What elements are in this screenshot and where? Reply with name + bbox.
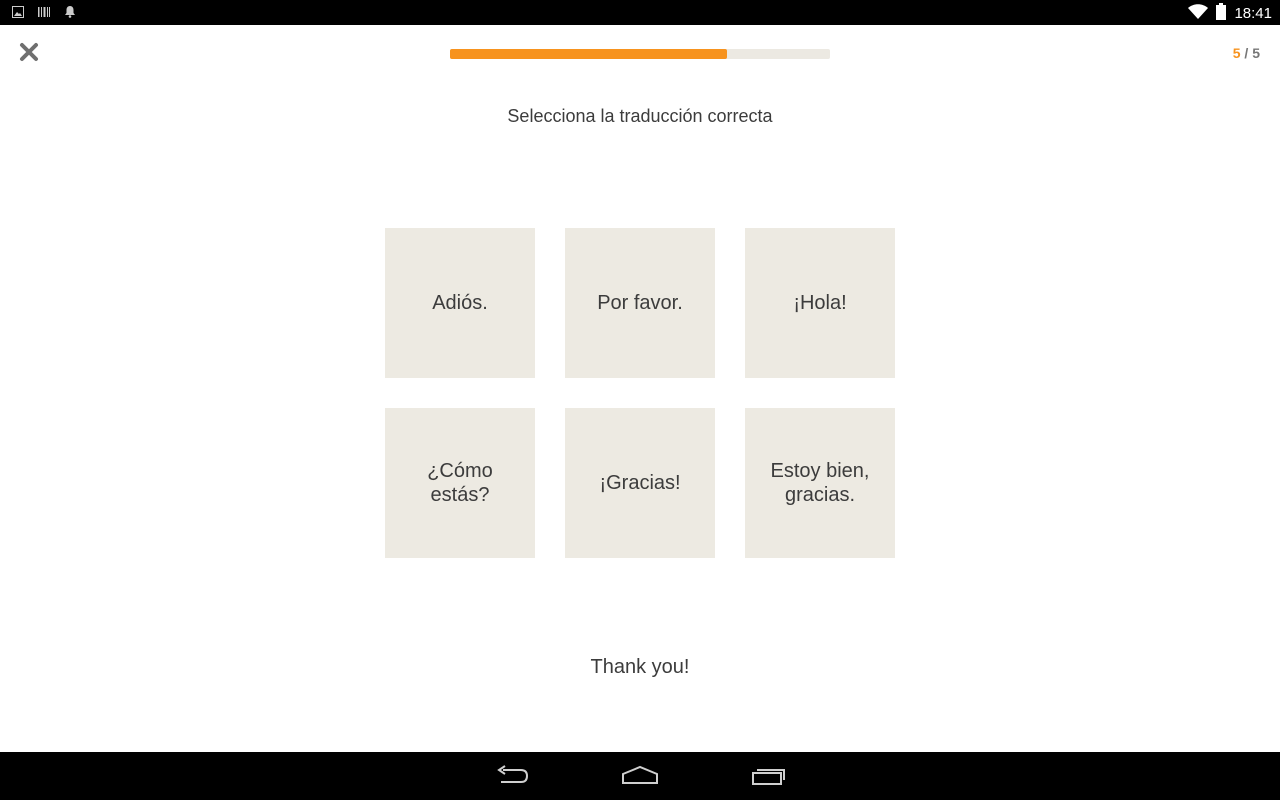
recents-icon xyxy=(751,765,787,790)
status-left-icons xyxy=(12,5,76,23)
answer-option[interactable]: Por favor. xyxy=(565,228,715,378)
counter-total: 5 xyxy=(1252,45,1260,61)
close-button[interactable] xyxy=(14,39,44,69)
home-icon xyxy=(621,765,659,790)
status-time: 18:41 xyxy=(1234,5,1272,22)
progress-fill xyxy=(450,49,728,59)
home-button[interactable] xyxy=(616,762,664,792)
status-right-icons: 18:41 xyxy=(1188,3,1272,24)
recents-button[interactable] xyxy=(745,762,793,792)
prompt-phrase: Thank you! xyxy=(590,656,690,678)
status-bar: 18:41 xyxy=(0,0,1280,25)
barcode-icon xyxy=(38,5,50,23)
answer-option[interactable]: ¡Gracias! xyxy=(565,408,715,558)
counter-separator: / xyxy=(1240,45,1253,61)
image-icon xyxy=(12,5,24,23)
battery-icon xyxy=(1216,3,1227,24)
question-counter: 5 / 5 xyxy=(1233,45,1260,61)
back-button[interactable] xyxy=(488,762,536,792)
answer-option[interactable]: ¿Cómo estás? xyxy=(385,408,535,558)
exercise-instruction: Selecciona la traducción correcta xyxy=(507,106,773,126)
answer-options: Adiós. Por favor. ¡Hola! ¿Cómo estás? ¡G… xyxy=(385,228,895,558)
wifi-icon xyxy=(1188,3,1209,24)
navigation-bar xyxy=(0,752,1280,800)
answer-option[interactable]: Estoy bien, gracias. xyxy=(745,408,895,558)
counter-current: 5 xyxy=(1232,45,1241,61)
close-icon xyxy=(19,42,39,67)
back-icon xyxy=(495,764,529,790)
lesson-screen: 5 / 5 Selecciona la traducción correcta … xyxy=(0,25,1280,752)
bell-icon xyxy=(64,5,76,23)
progress-bar xyxy=(450,49,830,59)
answer-option[interactable]: Adiós. xyxy=(385,228,535,378)
answer-option[interactable]: ¡Hola! xyxy=(745,228,895,378)
